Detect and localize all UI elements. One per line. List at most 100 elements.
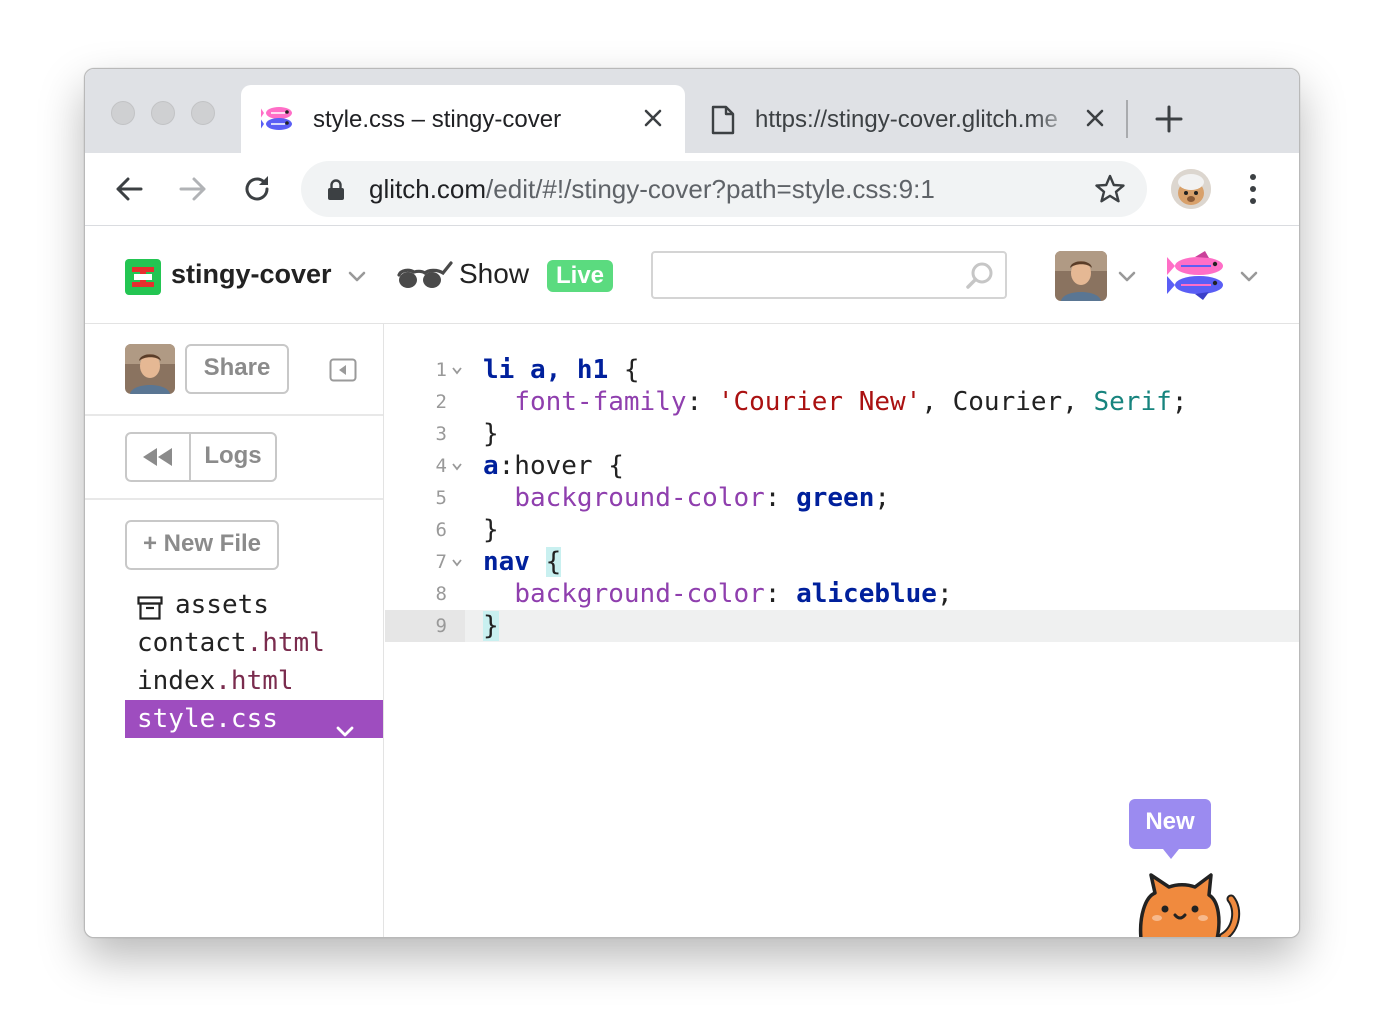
- lock-icon[interactable]: [327, 179, 345, 206]
- tab-separator: [1126, 100, 1128, 138]
- code-line[interactable]: 9}: [385, 610, 1299, 642]
- forward-arrow-icon[interactable]: [177, 173, 209, 205]
- minimize-window-button[interactable]: [151, 101, 175, 125]
- tab-style-css[interactable]: style.css – stingy-cover: [241, 85, 685, 153]
- code-token: font-family: [514, 387, 687, 417]
- line-number: 9: [435, 615, 447, 637]
- fold-chevron-icon[interactable]: [451, 558, 463, 568]
- line-number: 6: [435, 519, 447, 541]
- code-token: :: [686, 387, 718, 417]
- code-token: :: [764, 579, 797, 609]
- cat-mascot-icon[interactable]: [1135, 869, 1245, 937]
- code-text: a:hover {: [483, 450, 624, 482]
- code-line[interactable]: 2 font-family: 'Courier New', Courier, S…: [385, 386, 1299, 418]
- new-tab-icon[interactable]: [1155, 105, 1183, 133]
- share-section: Share: [85, 324, 383, 416]
- file-item-index-html[interactable]: index.html: [125, 662, 383, 700]
- glitch-menu-chevron-icon[interactable]: [1239, 270, 1259, 289]
- code-token: aliceblue: [796, 579, 937, 609]
- reload-icon[interactable]: [241, 173, 273, 205]
- user-menu-chevron-icon[interactable]: [1117, 270, 1137, 289]
- tab-title: https://stingy-cover.glitch.me: [755, 106, 1058, 133]
- search-input[interactable]: [651, 251, 1007, 299]
- line-number: 3: [435, 423, 447, 445]
- code-token: {: [545, 547, 562, 577]
- file-list: assets contact.html index.html style.css: [125, 586, 383, 738]
- line-number: 1: [435, 359, 447, 381]
- file-ext: .html: [246, 628, 325, 658]
- file-item-contact-html[interactable]: contact.html: [125, 624, 383, 662]
- code-line[interactable]: 3}: [385, 418, 1299, 450]
- code-text: background-color: aliceblue;: [483, 578, 952, 610]
- url-text[interactable]: glitch.com/edit/#!/stingy-cover?path=sty…: [369, 174, 935, 205]
- file-name: style: [137, 704, 216, 734]
- code-token: :: [764, 483, 797, 513]
- share-button[interactable]: Share: [185, 344, 289, 394]
- code-token: , Courier,: [921, 387, 1094, 417]
- tab-close-icon[interactable]: [641, 106, 665, 130]
- file-item-assets[interactable]: assets: [125, 586, 383, 624]
- back-arrow-icon[interactable]: [113, 173, 145, 205]
- logs-button[interactable]: Logs: [191, 434, 275, 480]
- bookmark-star-icon[interactable]: [1095, 174, 1125, 209]
- code-token: background-color: [514, 483, 765, 513]
- url-path: /edit/#!/stingy-cover?path=style.css:9:1: [486, 174, 935, 204]
- line-number: 8: [435, 583, 447, 605]
- collapse-sidebar-icon[interactable]: [329, 358, 357, 382]
- profile-avatar[interactable]: [1171, 169, 1211, 209]
- search-icon[interactable]: [965, 261, 995, 296]
- fold-chevron-icon[interactable]: [451, 366, 463, 376]
- project-menu-chevron-icon[interactable]: [347, 270, 367, 289]
- tab-close-icon[interactable]: [1083, 106, 1107, 130]
- code-line[interactable]: 5 background-color: green;: [385, 482, 1299, 514]
- sidebar: Share Logs + New File assets contact.htm…: [85, 324, 384, 937]
- code-line[interactable]: 6}: [385, 514, 1299, 546]
- project-name[interactable]: stingy-cover: [171, 259, 332, 290]
- tab-live-site[interactable]: https://stingy-cover.glitch.me: [695, 85, 1125, 153]
- fold-chevron-icon[interactable]: [451, 462, 463, 472]
- code-text: font-family: 'Courier New', Courier, Ser…: [483, 386, 1187, 418]
- live-badge: Live: [547, 260, 614, 292]
- new-file-button[interactable]: + New File: [125, 520, 279, 570]
- collaborator-avatar[interactable]: [125, 344, 175, 394]
- code-token: 'Courier New': [717, 387, 922, 417]
- code-token: ;: [874, 483, 891, 513]
- code-token: :hover {: [498, 451, 624, 481]
- browser-menu-icon[interactable]: [1245, 171, 1261, 207]
- code-line[interactable]: 7 nav {: [385, 546, 1299, 578]
- code-text: }: [483, 418, 499, 450]
- zoom-window-button[interactable]: [191, 101, 215, 125]
- project-logo-icon: [125, 259, 161, 295]
- code-line[interactable]: 1 li a, h1 {: [385, 354, 1299, 386]
- user-avatar[interactable]: [1055, 251, 1107, 301]
- code-token: }: [483, 419, 499, 449]
- new-bubble[interactable]: New: [1129, 799, 1211, 859]
- file-ext: .html: [215, 666, 294, 696]
- code-line[interactable]: 4 a:hover {: [385, 450, 1299, 482]
- code-token: Serif: [1093, 387, 1172, 417]
- logs-section: Logs: [85, 414, 383, 500]
- code-token: nav: [483, 547, 530, 577]
- page-icon: [711, 105, 735, 140]
- file-options-chevron-icon[interactable]: [335, 712, 355, 750]
- code-text: }: [483, 610, 499, 642]
- code-text: li a, h1 {: [483, 354, 640, 386]
- code-token: ;: [1171, 387, 1188, 417]
- glitch-logo-icon[interactable]: [1165, 248, 1229, 307]
- url-host: glitch.com: [369, 174, 487, 204]
- code-token: background-color: [514, 579, 765, 609]
- glitch-header: stingy-cover Show Live: [85, 226, 1299, 324]
- show-label: Show: [459, 258, 530, 289]
- rewind-button[interactable]: [127, 434, 191, 480]
- file-item-style-css[interactable]: style.css: [125, 700, 383, 738]
- close-window-button[interactable]: [111, 101, 135, 125]
- code-text: nav {: [483, 546, 562, 578]
- tab-strip: style.css – stingy-cover https://stingy-…: [85, 69, 1299, 153]
- address-bar[interactable]: glitch.com/edit/#!/stingy-cover?path=sty…: [301, 161, 1147, 217]
- line-number: 4: [435, 455, 447, 477]
- code-line[interactable]: 8 background-color: aliceblue;: [385, 578, 1299, 610]
- browser-toolbar: glitch.com/edit/#!/stingy-cover?path=sty…: [85, 153, 1299, 226]
